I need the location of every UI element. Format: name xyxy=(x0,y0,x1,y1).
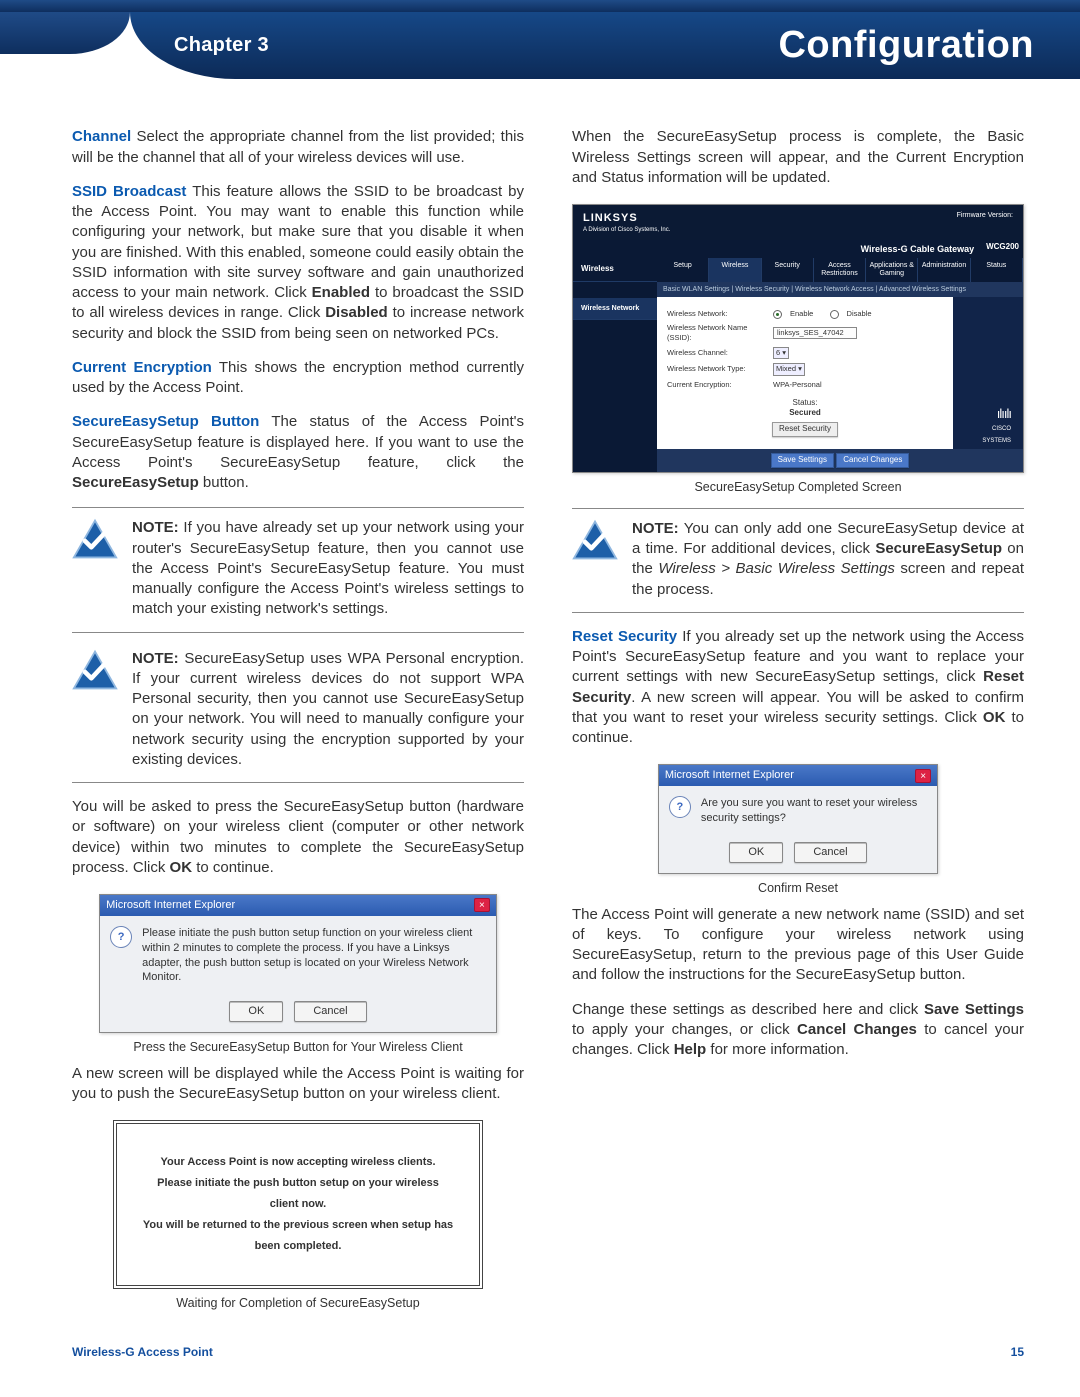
para-encryption: Current Encryption This shows the encryp… xyxy=(72,358,524,399)
question-icon: ? xyxy=(669,796,691,818)
figure-linksys-screen: LINKSYS A Division of Cisco Systems, Inc… xyxy=(572,204,1024,496)
linksys-logo: LINKSYS xyxy=(583,211,670,226)
check-triangle-icon xyxy=(72,518,118,560)
figure-caption: SecureEasySetup Completed Screen xyxy=(572,479,1024,496)
radio-enable[interactable] xyxy=(773,310,782,319)
term-reset: Reset Security xyxy=(572,628,677,645)
dialog-titlebar: Microsoft Internet Explorer × xyxy=(100,895,496,916)
note-2-text: NOTE: SecureEasySetup uses WPA Personal … xyxy=(132,649,524,771)
para-generate: The Access Point will generate a new net… xyxy=(572,905,1024,986)
chapter-label: Chapter 3 xyxy=(174,32,269,59)
ie-dialog-2: Microsoft Internet Explorer × ? Are you … xyxy=(658,764,938,873)
waiting-box: Your Access Point is now accepting wirel… xyxy=(113,1120,484,1288)
close-icon[interactable]: × xyxy=(474,898,490,912)
check-triangle-icon xyxy=(572,519,618,561)
figure-waiting: Your Access Point is now accepting wirel… xyxy=(113,1120,484,1311)
top-band xyxy=(0,0,1080,12)
ie-dialog-1: Microsoft Internet Explorer × ? Please i… xyxy=(99,894,497,1033)
para-press-button: You will be asked to press the SecureEas… xyxy=(72,797,524,878)
left-column: Channel Select the appropriate channel f… xyxy=(72,127,524,1320)
tab-wireless[interactable]: Wireless xyxy=(709,258,761,281)
tab-admin[interactable]: Administration xyxy=(918,258,970,281)
figure-caption: Confirm Reset xyxy=(658,880,938,897)
term-encryption: Current Encryption xyxy=(72,359,212,376)
footer-product: Wireless-G Access Point xyxy=(72,1344,213,1360)
dialog-message: Are you sure you want to reset your wire… xyxy=(701,796,927,826)
ok-button[interactable]: OK xyxy=(729,842,783,863)
dialog-title: Microsoft Internet Explorer xyxy=(665,768,794,783)
cisco-logo: ılıılıCISCO SYSTEMS xyxy=(957,407,1019,445)
cancel-button[interactable]: Cancel xyxy=(294,1001,366,1022)
ssid-input[interactable]: linksys_SES_47042 xyxy=(773,327,857,339)
page-title: Configuration xyxy=(778,20,1034,71)
para-waiting: A new screen will be displayed while the… xyxy=(72,1064,524,1105)
sidebar-wireless: Wireless xyxy=(573,258,657,282)
note-2: NOTE: SecureEasySetup uses WPA Personal … xyxy=(72,647,524,784)
linksys-tabs: Setup Wireless Security Access Restricti… xyxy=(657,258,1023,281)
radio-disable[interactable] xyxy=(830,310,839,319)
term-ses: SecureEasySetup Button xyxy=(72,413,259,430)
para-reset-security: Reset Security If you already set up the… xyxy=(572,627,1024,749)
note-3-text: NOTE: You can only add one SecureEasySet… xyxy=(632,519,1024,600)
note-1: NOTE: If you have already set up your ne… xyxy=(72,507,524,632)
tab-status[interactable]: Status xyxy=(971,258,1023,281)
cancel-changes-button[interactable]: Cancel Changes xyxy=(836,453,909,468)
cancel-button[interactable]: Cancel xyxy=(794,842,866,863)
type-select[interactable]: Mixed ▾ xyxy=(773,363,805,375)
page-footer: Wireless-G Access Point 15 xyxy=(0,1340,1080,1396)
footer-page-number: 15 xyxy=(1011,1344,1024,1360)
tab-access[interactable]: Access Restrictions xyxy=(814,258,866,281)
dialog-title: Microsoft Internet Explorer xyxy=(106,898,235,913)
question-icon: ? xyxy=(110,926,132,948)
close-icon[interactable]: × xyxy=(915,769,931,783)
check-triangle-icon xyxy=(72,649,118,691)
header-bar: Chapter 3 Configuration xyxy=(130,12,1080,79)
term-ssid: SSID Broadcast xyxy=(72,183,186,200)
figure-confirm-reset: Microsoft Internet Explorer × ? Are you … xyxy=(658,764,938,896)
figure-press-ses: Microsoft Internet Explorer × ? Please i… xyxy=(99,894,497,1056)
term-channel: Channel xyxy=(72,128,131,145)
para-channel: Channel Select the appropriate channel f… xyxy=(72,127,524,168)
figure-caption: Waiting for Completion of SecureEasySetu… xyxy=(113,1295,484,1312)
figure-caption: Press the SecureEasySetup Button for You… xyxy=(99,1039,497,1056)
channel-select[interactable]: 6 ▾ xyxy=(773,347,789,359)
dialog-message: Please initiate the push button setup fu… xyxy=(142,926,486,985)
content-columns: Channel Select the appropriate channel f… xyxy=(0,79,1080,1340)
note-1-text: NOTE: If you have already set up your ne… xyxy=(132,518,524,619)
tab-security[interactable]: Security xyxy=(762,258,814,281)
linksys-admin-screenshot: LINKSYS A Division of Cisco Systems, Inc… xyxy=(572,204,1024,473)
para-complete: When the SecureEasySetup process is comp… xyxy=(572,127,1024,188)
para-save-settings: Change these settings as described here … xyxy=(572,1000,1024,1061)
reset-security-button[interactable]: Reset Security xyxy=(772,422,838,437)
right-column: When the SecureEasySetup process is comp… xyxy=(572,127,1024,1320)
tab-setup[interactable]: Setup xyxy=(657,258,709,281)
save-settings-button[interactable]: Save Settings xyxy=(771,453,834,468)
ok-button[interactable]: OK xyxy=(229,1001,283,1022)
dialog-titlebar: Microsoft Internet Explorer × xyxy=(659,765,937,786)
para-ssid: SSID Broadcast This feature allows the S… xyxy=(72,182,524,344)
tab-apps[interactable]: Applications & Gaming xyxy=(866,258,918,281)
note-3: NOTE: You can only add one SecureEasySet… xyxy=(572,508,1024,613)
para-ses-button: SecureEasySetup Button The status of the… xyxy=(72,412,524,493)
